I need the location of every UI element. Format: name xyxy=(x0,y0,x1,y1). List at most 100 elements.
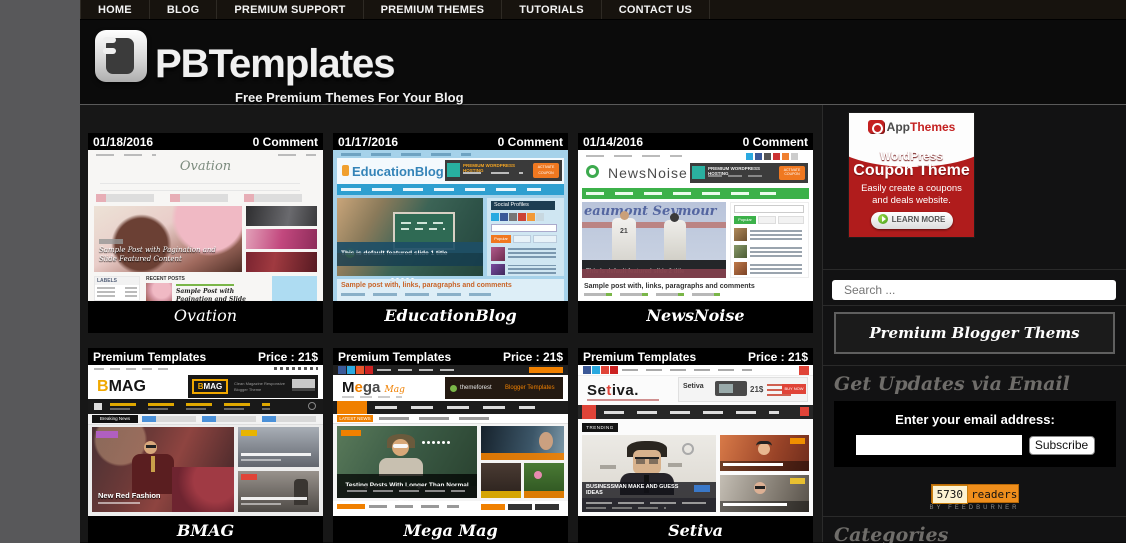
deco-caption xyxy=(720,501,809,512)
readers-count: 5730 xyxy=(931,485,969,504)
theme-preview-educationblog[interactable]: EducationBlog PREMIUM WORDPRESS HOSTING … xyxy=(333,150,568,301)
search-input[interactable] xyxy=(832,280,1116,300)
deco-arrow xyxy=(600,465,616,469)
theme-preview-bmag[interactable]: BMAG BMAG Clean Magazine Responsive Blog… xyxy=(88,365,323,516)
logo-part: Se xyxy=(587,382,607,399)
card-meta-bar: 01/18/2016 0 Comment xyxy=(88,133,323,150)
deco-bar xyxy=(176,284,234,286)
by-feedburner-label: BY FEEDBURNER xyxy=(929,505,1020,511)
deco-sunglasses xyxy=(755,486,765,489)
preview-bottom-tabs xyxy=(333,501,568,516)
nav-item-premium-support[interactable]: PREMIUM SUPPORT xyxy=(216,0,362,19)
social-icons-row xyxy=(338,366,373,374)
theme-preview-ovation[interactable]: Ovation Sample Post with Pagination and … xyxy=(88,150,323,301)
updates-heading: Get Updates via Email xyxy=(834,373,1070,395)
theme-title[interactable]: Mega Mag xyxy=(333,516,568,543)
deco-chip xyxy=(508,504,532,510)
preview-post-thumb xyxy=(491,264,505,275)
deco-bar xyxy=(708,175,768,177)
preview-search xyxy=(734,205,804,213)
card-price[interactable]: Price : 21$ xyxy=(748,350,808,364)
email-input[interactable] xyxy=(855,435,1022,455)
preview-ad-button: ACTIVATE COUPON xyxy=(533,163,559,178)
appthemes-ad[interactable]: AppThemes WordPress Coupon Theme Easily … xyxy=(849,113,974,237)
deco-bar xyxy=(241,453,311,456)
theme-title[interactable]: EducationBlog xyxy=(333,301,568,333)
preview-logo-icon xyxy=(586,165,599,178)
preview-thumb xyxy=(238,471,319,512)
deco-banner xyxy=(582,222,726,228)
theme-preview-setiva[interactable]: Setiva. Setiva 21$ BUY NOW TRENDING BUSI… xyxy=(578,365,813,516)
preview-post-title: Sample post with, links, paragraphs and … xyxy=(341,282,512,289)
menu-chip xyxy=(800,407,809,416)
logo-part: ga xyxy=(362,379,381,396)
deco-bar xyxy=(377,369,459,371)
deco-tag xyxy=(99,239,123,244)
theme-title[interactable]: Ovation xyxy=(88,301,323,333)
learn-more-button[interactable]: LEARN MORE xyxy=(870,211,953,229)
play-icon xyxy=(877,213,888,224)
card-comment-count[interactable]: 0 Comment xyxy=(743,135,808,149)
preview-labels-panel: LABELS xyxy=(94,276,140,301)
top-nav: HOME BLOG PREMIUM SUPPORT PREMIUM THEMES… xyxy=(80,0,1126,20)
card-date: 01/17/2016 xyxy=(338,134,399,149)
preview-logo: Mega Mag xyxy=(342,379,405,396)
site-container: HOME BLOG PREMIUM SUPPORT PREMIUM THEMES… xyxy=(80,0,1126,543)
preview-ticker-label: LATEST NEWS xyxy=(337,415,373,422)
preview-ad-banner: BMAG Clean Magazine Responsive Blogger T… xyxy=(188,375,318,398)
sidebar-ad-section: AppThemes WordPress Coupon Theme Easily … xyxy=(823,113,1126,270)
deco-headphones xyxy=(756,441,772,446)
nav-item-blog[interactable]: BLOG xyxy=(148,0,217,19)
deco-head xyxy=(539,432,553,450)
preview-ad-banner: PREMIUM WORDPRESS HOSTING ACTIVATE COUPO… xyxy=(690,163,808,183)
preview-tab xyxy=(778,216,804,224)
theme-preview-newsnoise[interactable]: NewsNoise PREMIUM WORDPRESS HOSTING ACTI… xyxy=(578,150,813,301)
blogger-icon[interactable] xyxy=(95,30,147,82)
sidebar-updates-section: Get Updates via Email Enter your email a… xyxy=(823,366,1126,517)
preview-ad-brand: themeforest xyxy=(460,385,492,391)
deco-bar xyxy=(604,411,779,414)
page: HOME BLOG PREMIUM SUPPORT PREMIUM THEMES… xyxy=(0,0,1126,543)
deco-bulb xyxy=(682,443,694,455)
preview-labels-title: LABELS xyxy=(95,277,139,285)
card-comment-count[interactable]: 0 Comment xyxy=(253,135,318,149)
subscribe-button[interactable]: Subscribe xyxy=(1028,435,1095,455)
masthead: PBTemplates Free Premium Themes For Your… xyxy=(80,20,1126,105)
preview-navbar xyxy=(578,405,813,419)
deco-bar xyxy=(750,263,802,274)
ad-desc-line: Easily create a coupons xyxy=(861,183,962,194)
preview-thumb xyxy=(720,435,809,471)
feedburner-widget: 5730 readers BY FEEDBURNER xyxy=(823,484,1126,518)
premium-blogger-themes-box[interactable]: Premium Blogger Thems xyxy=(834,312,1115,354)
deco-bar xyxy=(97,291,137,293)
deco-bar xyxy=(586,192,776,195)
preview-headline: Sample Post with Pagination and Slide Fe… xyxy=(99,246,216,264)
preview-slide-caption: This is default featured slide 2 title xyxy=(582,260,726,275)
card-price[interactable]: Price : 21$ xyxy=(258,350,318,364)
card-comment-count[interactable]: 0 Comment xyxy=(498,135,563,149)
preview-thumb xyxy=(481,463,521,498)
deco-tag xyxy=(694,485,710,492)
active-chip xyxy=(337,401,367,414)
feedburner-chicklet[interactable]: 5730 readers xyxy=(930,484,1019,504)
preview-ad-right: Blogger Templates xyxy=(505,385,555,391)
theme-grid: 01/18/2016 0 Comment Ovation Sample Post… xyxy=(80,105,822,543)
search-chip xyxy=(799,366,809,375)
deco-bar xyxy=(508,265,556,274)
nav-item-home[interactable]: HOME xyxy=(80,0,149,19)
theme-title[interactable]: NewsNoise xyxy=(578,301,813,333)
theme-preview-megamag[interactable]: Mega Mag themeforest Blogger Templates L… xyxy=(333,365,568,516)
card-meta-bar: Premium Templates Price : 21$ xyxy=(578,348,813,365)
nav-item-contact-us[interactable]: CONTACT US xyxy=(600,0,711,19)
site-title[interactable]: PBTemplates xyxy=(155,42,395,87)
theme-title[interactable]: BMAG xyxy=(88,516,323,543)
deco-tag xyxy=(341,430,361,436)
social-icons-row xyxy=(583,366,618,374)
preview-hero-image: This is default featured slide 1 title xyxy=(337,198,483,281)
deco-bar xyxy=(110,408,270,410)
nav-item-tutorials[interactable]: TUTORIALS xyxy=(501,0,601,19)
deco-tie xyxy=(151,456,155,472)
nav-item-premium-themes[interactable]: PREMIUM THEMES xyxy=(362,0,502,19)
theme-title[interactable]: Setiva xyxy=(578,516,813,543)
card-price[interactable]: Price : 21$ xyxy=(503,350,563,364)
